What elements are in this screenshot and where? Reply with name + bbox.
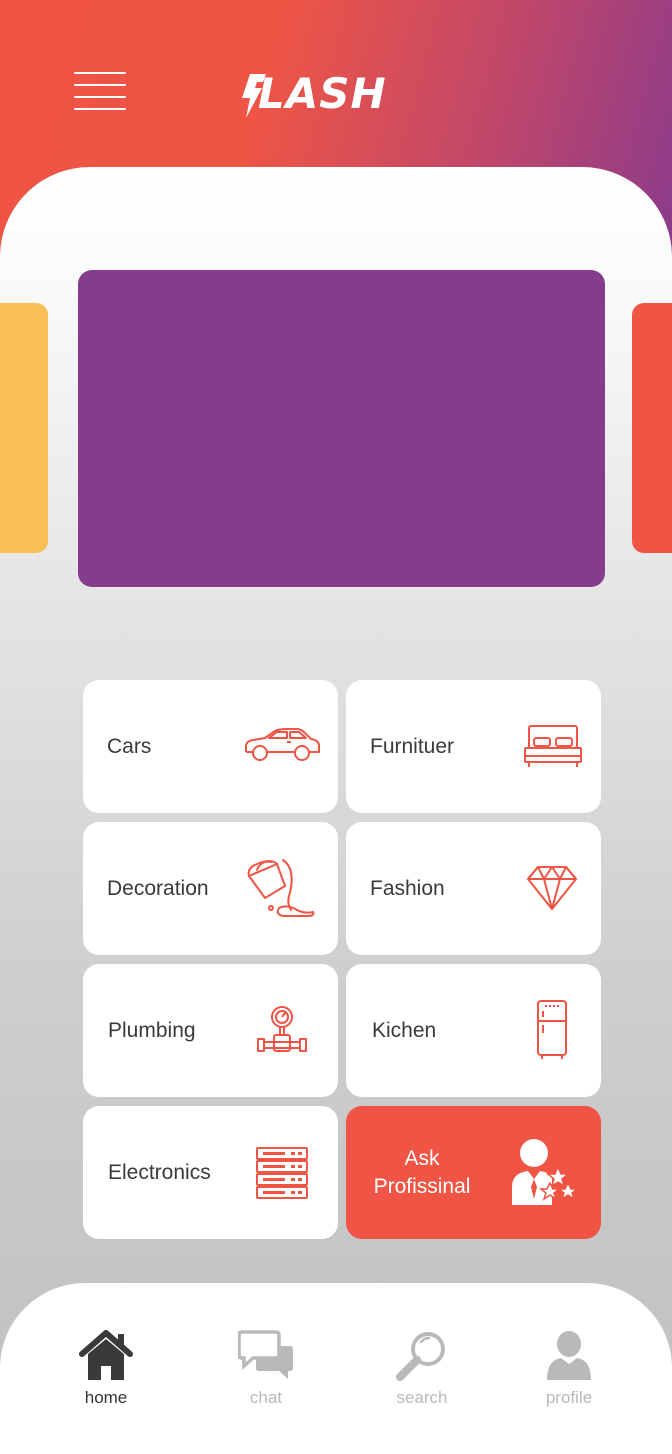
category-furniture[interactable]: Furnituer — [346, 680, 601, 813]
fridge-icon — [537, 1000, 567, 1059]
category-decoration[interactable]: Decoration — [83, 822, 338, 955]
nav-label: chat — [249, 1388, 283, 1407]
category-fashion[interactable]: Fashion — [346, 822, 601, 955]
diamond-icon — [527, 866, 577, 910]
nav-label: search — [396, 1388, 448, 1407]
paint-bucket-icon — [247, 859, 315, 917]
server-rack-icon — [256, 1147, 308, 1199]
category-plumbing[interactable]: Plumbing — [83, 964, 338, 1097]
menu-button[interactable] — [74, 72, 126, 110]
menu-line — [74, 72, 126, 74]
ask-professional-label: Ask Profissinal — [346, 1145, 498, 1201]
category-label: Fashion — [370, 876, 445, 900]
app-logo: LASH — [236, 68, 436, 120]
category-electronics[interactable]: Electronics — [83, 1106, 338, 1239]
category-label: Cars — [107, 734, 152, 758]
ask-professional-button[interactable]: Ask Profissinal — [346, 1106, 601, 1239]
category-label: Electronics — [108, 1160, 211, 1184]
featured-banner[interactable] — [78, 270, 605, 587]
nav-profile[interactable]: profile — [519, 1330, 619, 1414]
search-icon — [396, 1332, 445, 1381]
ask-label-line1: Ask — [404, 1146, 440, 1170]
pipe-gauge-icon — [257, 1006, 307, 1052]
category-label: Decoration — [107, 876, 209, 900]
car-icon — [245, 728, 320, 761]
carousel-next-card[interactable] — [632, 303, 672, 553]
nav-label: home — [84, 1388, 128, 1407]
home-icon — [79, 1330, 133, 1380]
menu-line — [74, 96, 126, 98]
menu-line — [74, 84, 126, 86]
menu-line — [74, 108, 126, 110]
category-kitchen[interactable]: Kichen — [346, 964, 601, 1097]
nav-chat[interactable]: chat — [216, 1330, 316, 1414]
bed-icon — [524, 725, 582, 767]
carousel-prev-card[interactable] — [0, 303, 48, 553]
category-label: Plumbing — [108, 1018, 196, 1042]
ask-label-line2: Profissinal — [373, 1174, 471, 1198]
profile-icon — [547, 1331, 591, 1380]
nav-label: profile — [545, 1388, 593, 1407]
chat-icon — [238, 1330, 293, 1379]
category-cars[interactable]: Cars — [83, 680, 338, 813]
category-label: Kichen — [372, 1018, 437, 1042]
category-label: Furnituer — [370, 734, 455, 758]
nav-home[interactable]: home — [56, 1330, 156, 1414]
nav-search[interactable]: search — [372, 1330, 472, 1414]
logo-text: LASH — [258, 69, 387, 118]
professional-stars-icon — [512, 1139, 580, 1205]
